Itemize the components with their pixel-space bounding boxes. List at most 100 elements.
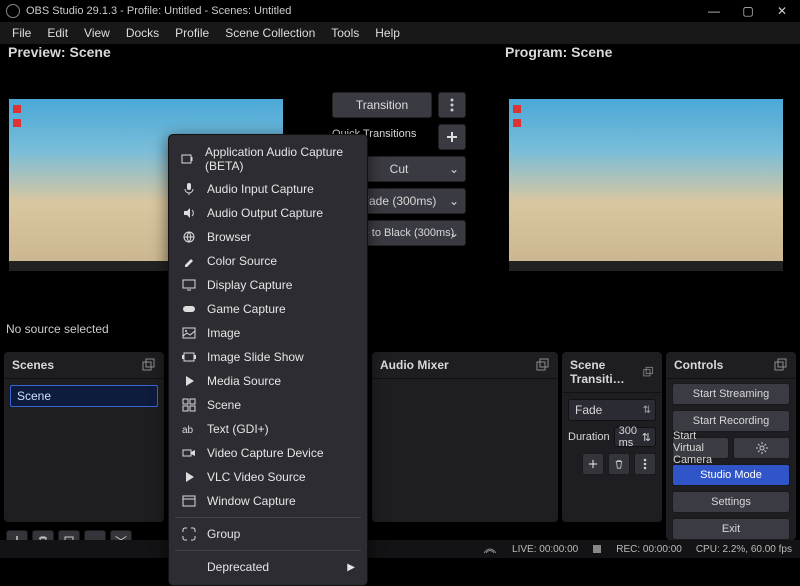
gamepad-icon [181,301,197,317]
menu-file[interactable]: File [4,24,39,42]
add-source-context-menu: Application Audio Capture (BETA) Audio I… [168,134,368,586]
desktop-icon [513,105,521,113]
duration-label: Duration [568,431,610,443]
transitions-header: Scene Transiti… [570,358,643,386]
undock-icon[interactable] [142,358,156,372]
ctx-image[interactable]: Image [169,321,367,345]
desktop-icon [13,105,21,113]
audio-mixer-panel: Audio Mixer [372,352,558,522]
ctx-game-capture[interactable]: Game Capture [169,297,367,321]
stop-icon [592,544,602,554]
ctx-text-gdi[interactable]: abText (GDI+) [169,417,367,441]
virtual-camera-settings-button[interactable] [733,437,790,459]
undock-icon[interactable] [774,358,788,372]
mixer-header: Audio Mixer [380,358,449,372]
controls-header: Controls [674,358,723,372]
chevron-down-icon: ⌄ [449,226,459,240]
ctx-vlc-source[interactable]: VLC Video Source [169,465,367,489]
transition-menu-button[interactable] [438,92,466,118]
ctx-window-capture[interactable]: Window Capture [169,489,367,513]
ctx-image-slideshow[interactable]: Image Slide Show [169,345,367,369]
kebab-icon [450,98,454,112]
ctx-deprecated[interactable]: Deprecated▶ [169,555,367,579]
chevron-right-icon: ▶ [347,562,355,573]
scenes-header: Scenes [12,358,54,372]
camera-icon [181,445,197,461]
menu-edit[interactable]: Edit [39,24,76,42]
desktop-icon [13,119,21,127]
obs-logo-icon [6,4,20,18]
start-recording-button[interactable]: Start Recording [672,410,790,432]
ctx-scene[interactable]: Scene [169,393,367,417]
status-live: LIVE: 00:00:00 [512,544,578,555]
maximize-button[interactable]: ▢ [740,4,756,18]
start-streaming-button[interactable]: Start Streaming [672,383,790,405]
window-icon [181,493,197,509]
undock-icon[interactable] [643,365,654,379]
transition-select[interactable]: Fade⇅ [568,399,656,421]
ctx-media-source[interactable]: Media Source [169,369,367,393]
play-icon [181,373,197,389]
scene-transitions-panel: Scene Transiti… Fade⇅ Duration 300 ms⇅ [562,352,662,522]
gear-icon [756,442,768,454]
add-transition-button[interactable] [582,453,604,475]
monitor-icon [181,277,197,293]
statusbar: LIVE: 00:00:00 REC: 00:00:00 CPU: 2.2%, … [0,540,800,558]
program-label: Program: Scene [505,44,612,60]
group-icon [181,526,197,542]
ctx-group[interactable]: Group [169,522,367,546]
chevron-down-icon: ⌄ [449,162,459,176]
status-rec: REC: 00:00:00 [616,544,682,555]
chevron-down-icon: ⌄ [449,194,459,208]
undock-icon[interactable] [536,358,550,372]
transition-options-button[interactable] [634,453,656,475]
exit-button[interactable]: Exit [672,518,790,540]
menu-separator [175,550,361,551]
menu-profile[interactable]: Profile [167,24,217,42]
transition-button[interactable]: Transition [332,92,432,118]
remove-transition-button[interactable] [608,453,630,475]
trash-icon [614,459,624,469]
desktop-taskbar [509,261,783,271]
kebab-icon [643,458,647,470]
duration-input[interactable]: 300 ms⇅ [614,427,656,447]
menu-tools[interactable]: Tools [323,24,367,42]
ctx-audio-output[interactable]: Audio Output Capture [169,201,367,225]
slideshow-icon [181,349,197,365]
menu-scene-collection[interactable]: Scene Collection [217,24,323,42]
app-audio-icon [181,151,195,167]
preview-label: Preview: Scene [8,44,111,60]
plus-icon [588,459,598,469]
scene-item[interactable]: Scene [10,385,158,407]
close-button[interactable]: ✕ [774,4,790,18]
titlebar: OBS Studio 29.1.3 - Profile: Untitled - … [0,0,800,22]
network-icon [482,543,498,555]
ctx-audio-input[interactable]: Audio Input Capture [169,177,367,201]
controls-panel: Controls Start Streaming Start Recording… [666,352,796,540]
menu-view[interactable]: View [76,24,118,42]
ctx-video-capture[interactable]: Video Capture Device [169,441,367,465]
updown-icon: ⇅ [642,431,651,444]
window-title: OBS Studio 29.1.3 - Profile: Untitled - … [26,5,706,17]
minimize-button[interactable]: — [706,4,722,18]
play-icon [181,469,197,485]
svg-text:ab: ab [182,425,194,436]
studio-mode-button[interactable]: Studio Mode [672,464,790,486]
scenes-panel: Scenes Scene [4,352,164,522]
menu-help[interactable]: Help [367,24,408,42]
window-controls: — ▢ ✕ [706,4,790,18]
image-icon [181,325,197,341]
menubar: File Edit View Docks Profile Scene Colle… [0,22,800,44]
ctx-app-audio-capture[interactable]: Application Audio Capture (BETA) [169,141,367,177]
globe-icon [181,229,197,245]
settings-button[interactable]: Settings [672,491,790,513]
ctx-display-capture[interactable]: Display Capture [169,273,367,297]
speaker-icon [181,205,197,221]
start-virtual-camera-button[interactable]: Start Virtual Camera [672,437,729,459]
updown-icon: ⇅ [643,405,651,416]
ctx-color-source[interactable]: Color Source [169,249,367,273]
add-quick-transition-button[interactable] [438,124,466,150]
ctx-browser[interactable]: Browser [169,225,367,249]
menu-docks[interactable]: Docks [118,24,167,42]
program-canvas[interactable] [508,98,784,272]
